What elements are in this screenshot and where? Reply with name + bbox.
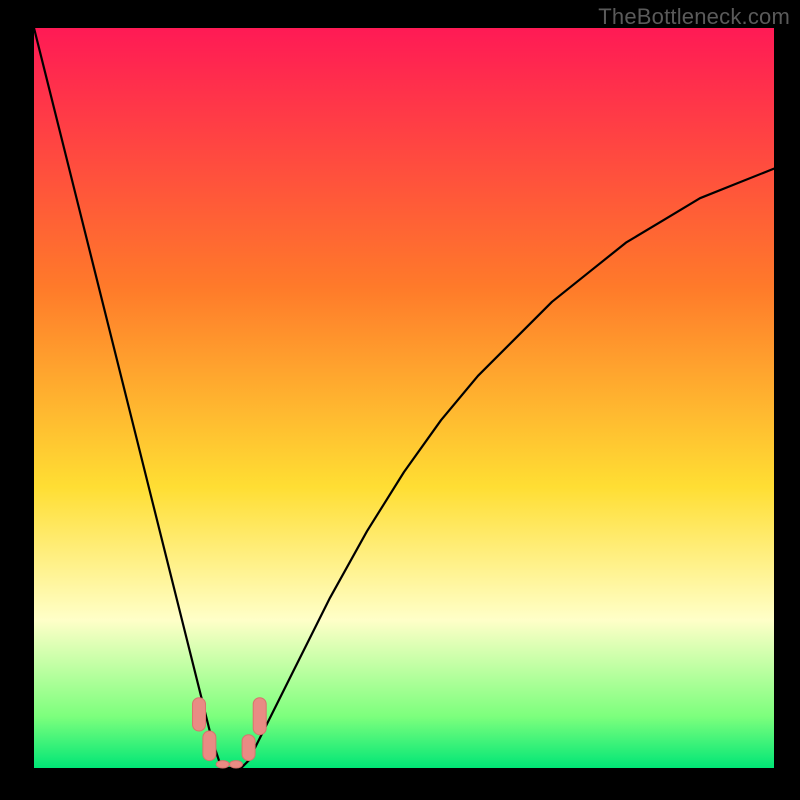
watermark-text: TheBottleneck.com	[598, 4, 790, 30]
optimal-marker	[242, 735, 255, 761]
plot-gradient-background	[34, 28, 774, 768]
optimal-marker	[253, 698, 266, 735]
optimal-marker	[193, 698, 206, 731]
optimal-marker	[203, 731, 216, 761]
bottleneck-chart	[0, 0, 800, 800]
optimal-marker	[216, 761, 229, 768]
chart-stage: TheBottleneck.com	[0, 0, 800, 800]
optimal-marker	[230, 761, 243, 768]
